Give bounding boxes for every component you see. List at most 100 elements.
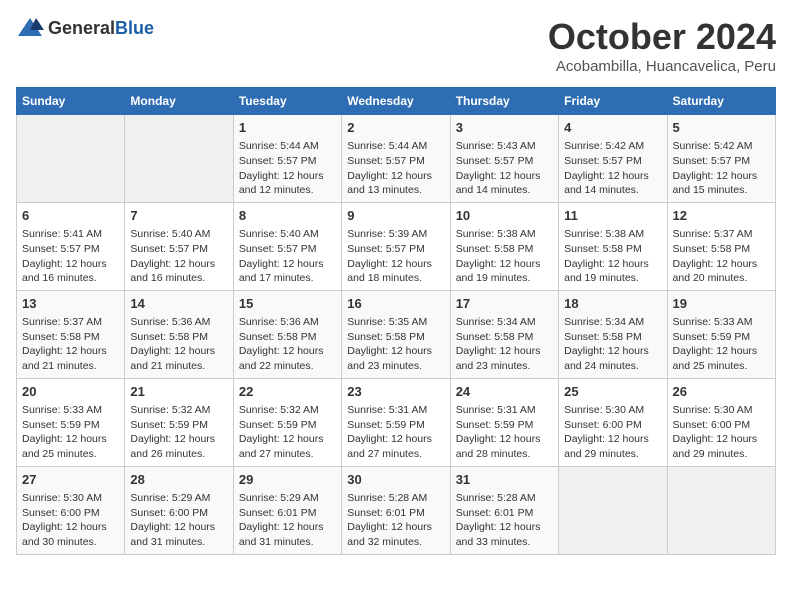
day-content: Sunrise: 5:31 AM Sunset: 5:59 PM Dayligh… xyxy=(456,403,553,462)
day-content: Sunrise: 5:28 AM Sunset: 6:01 PM Dayligh… xyxy=(347,491,444,550)
day-content: Sunrise: 5:34 AM Sunset: 5:58 PM Dayligh… xyxy=(564,315,661,374)
calendar-cell: 17 Sunrise: 5:34 AM Sunset: 5:58 PM Dayli… xyxy=(450,290,558,378)
calendar-cell xyxy=(559,466,667,554)
day-content: Sunrise: 5:32 AM Sunset: 5:59 PM Dayligh… xyxy=(130,403,227,462)
day-number: 21 xyxy=(130,383,227,401)
day-content: Sunrise: 5:33 AM Sunset: 5:59 PM Dayligh… xyxy=(673,315,770,374)
logo: GeneralBlue xyxy=(16,16,154,40)
day-header-friday: Friday xyxy=(559,88,667,115)
page-header: GeneralBlue October 2024 Acobambilla, Hu… xyxy=(16,16,776,75)
day-content: Sunrise: 5:38 AM Sunset: 5:58 PM Dayligh… xyxy=(564,227,661,286)
day-number: 5 xyxy=(673,119,770,137)
calendar-cell: 2 Sunrise: 5:44 AM Sunset: 5:57 PM Daylig… xyxy=(342,115,450,203)
day-content: Sunrise: 5:29 AM Sunset: 6:01 PM Dayligh… xyxy=(239,491,336,550)
day-content: Sunrise: 5:34 AM Sunset: 5:58 PM Dayligh… xyxy=(456,315,553,374)
calendar-cell: 18 Sunrise: 5:34 AM Sunset: 5:58 PM Dayli… xyxy=(559,290,667,378)
day-content: Sunrise: 5:41 AM Sunset: 5:57 PM Dayligh… xyxy=(22,227,119,286)
day-content: Sunrise: 5:42 AM Sunset: 5:57 PM Dayligh… xyxy=(564,139,661,198)
calendar-cell: 4 Sunrise: 5:42 AM Sunset: 5:57 PM Daylig… xyxy=(559,115,667,203)
calendar-cell: 24 Sunrise: 5:31 AM Sunset: 5:59 PM Dayli… xyxy=(450,378,558,466)
day-number: 6 xyxy=(22,207,119,225)
day-header-wednesday: Wednesday xyxy=(342,88,450,115)
day-content: Sunrise: 5:35 AM Sunset: 5:58 PM Dayligh… xyxy=(347,315,444,374)
calendar-cell: 22Sunrise: 5:32 AM Sunset: 5:59 PM Dayli… xyxy=(233,378,341,466)
calendar-cell: 29 Sunrise: 5:29 AM Sunset: 6:01 PM Dayli… xyxy=(233,466,341,554)
day-number: 19 xyxy=(673,295,770,313)
day-number: 18 xyxy=(564,295,661,313)
logo-icon xyxy=(16,16,44,40)
day-content: Sunrise: 5:37 AM Sunset: 5:58 PM Dayligh… xyxy=(673,227,770,286)
calendar-week-row: 6 Sunrise: 5:41 AM Sunset: 5:57 PM Daylig… xyxy=(17,202,776,290)
calendar-cell: 20 Sunrise: 5:33 AM Sunset: 5:59 PM Dayli… xyxy=(17,378,125,466)
day-number: 30 xyxy=(347,471,444,489)
calendar-week-row: 20 Sunrise: 5:33 AM Sunset: 5:59 PM Dayli… xyxy=(17,378,776,466)
calendar-week-row: 13Sunrise: 5:37 AM Sunset: 5:58 PM Dayli… xyxy=(17,290,776,378)
day-number: 1 xyxy=(239,119,336,137)
day-number: 20 xyxy=(22,383,119,401)
day-content: Sunrise: 5:30 AM Sunset: 6:00 PM Dayligh… xyxy=(22,491,119,550)
day-content: Sunrise: 5:39 AM Sunset: 5:57 PM Dayligh… xyxy=(347,227,444,286)
day-number: 14 xyxy=(130,295,227,313)
day-content: Sunrise: 5:44 AM Sunset: 5:57 PM Dayligh… xyxy=(347,139,444,198)
location-subtitle: Acobambilla, Huancavelica, Peru xyxy=(548,58,776,75)
calendar-cell: 3Sunrise: 5:43 AM Sunset: 5:57 PM Daylig… xyxy=(450,115,558,203)
day-number: 8 xyxy=(239,207,336,225)
calendar-cell: 31 Sunrise: 5:28 AM Sunset: 6:01 PM Dayli… xyxy=(450,466,558,554)
calendar-cell: 11 Sunrise: 5:38 AM Sunset: 5:58 PM Dayli… xyxy=(559,202,667,290)
calendar-cell: 30 Sunrise: 5:28 AM Sunset: 6:01 PM Dayli… xyxy=(342,466,450,554)
day-number: 28 xyxy=(130,471,227,489)
calendar-cell: 6 Sunrise: 5:41 AM Sunset: 5:57 PM Daylig… xyxy=(17,202,125,290)
day-content: Sunrise: 5:33 AM Sunset: 5:59 PM Dayligh… xyxy=(22,403,119,462)
day-header-monday: Monday xyxy=(125,88,233,115)
calendar-week-row: 1 Sunrise: 5:44 AM Sunset: 5:57 PM Daylig… xyxy=(17,115,776,203)
day-number: 22 xyxy=(239,383,336,401)
day-content: Sunrise: 5:36 AM Sunset: 5:58 PM Dayligh… xyxy=(239,315,336,374)
day-number: 7 xyxy=(130,207,227,225)
day-number: 24 xyxy=(456,383,553,401)
calendar-week-row: 27 Sunrise: 5:30 AM Sunset: 6:00 PM Dayli… xyxy=(17,466,776,554)
day-number: 23 xyxy=(347,383,444,401)
calendar-cell: 14 Sunrise: 5:36 AM Sunset: 5:58 PM Dayli… xyxy=(125,290,233,378)
calendar-cell: 1Sunrise: 5:44 AM Sunset: 5:57 PM Daylig… xyxy=(233,115,341,203)
calendar-cell: 12 Sunrise: 5:37 AM Sunset: 5:58 PM Dayli… xyxy=(667,202,775,290)
day-number: 29 xyxy=(239,471,336,489)
day-number: 4 xyxy=(564,119,661,137)
day-number: 15 xyxy=(239,295,336,313)
day-content: Sunrise: 5:38 AM Sunset: 5:58 PM Dayligh… xyxy=(456,227,553,286)
title-section: October 2024 Acobambilla, Huancavelica, … xyxy=(548,16,776,75)
day-number: 9 xyxy=(347,207,444,225)
day-content: Sunrise: 5:30 AM Sunset: 6:00 PM Dayligh… xyxy=(564,403,661,462)
calendar-cell: 16Sunrise: 5:35 AM Sunset: 5:58 PM Dayli… xyxy=(342,290,450,378)
day-number: 2 xyxy=(347,119,444,137)
calendar-body: 1 Sunrise: 5:44 AM Sunset: 5:57 PM Daylig… xyxy=(17,115,776,555)
calendar-cell: 21 Sunrise: 5:32 AM Sunset: 5:59 PM Dayli… xyxy=(125,378,233,466)
day-content: Sunrise: 5:40 AM Sunset: 5:57 PM Dayligh… xyxy=(239,227,336,286)
calendar-cell: 25 Sunrise: 5:30 AM Sunset: 6:00 PM Dayli… xyxy=(559,378,667,466)
calendar-cell: 19 Sunrise: 5:33 AM Sunset: 5:59 PM Dayli… xyxy=(667,290,775,378)
calendar-header-row: SundayMondayTuesdayWednesdayThursdayFrid… xyxy=(17,88,776,115)
day-content: Sunrise: 5:30 AM Sunset: 6:00 PM Dayligh… xyxy=(673,403,770,462)
calendar-cell: 9 Sunrise: 5:39 AM Sunset: 5:57 PM Daylig… xyxy=(342,202,450,290)
calendar-cell: 15 Sunrise: 5:36 AM Sunset: 5:58 PM Dayli… xyxy=(233,290,341,378)
day-content: Sunrise: 5:28 AM Sunset: 6:01 PM Dayligh… xyxy=(456,491,553,550)
calendar-cell: 23Sunrise: 5:31 AM Sunset: 5:59 PM Dayli… xyxy=(342,378,450,466)
calendar-cell: 8 Sunrise: 5:40 AM Sunset: 5:57 PM Daylig… xyxy=(233,202,341,290)
day-number: 10 xyxy=(456,207,553,225)
day-number: 31 xyxy=(456,471,553,489)
logo-blue: Blue xyxy=(115,18,154,38)
calendar-cell xyxy=(17,115,125,203)
day-content: Sunrise: 5:29 AM Sunset: 6:00 PM Dayligh… xyxy=(130,491,227,550)
day-content: Sunrise: 5:37 AM Sunset: 5:58 PM Dayligh… xyxy=(22,315,119,374)
day-number: 25 xyxy=(564,383,661,401)
day-number: 12 xyxy=(673,207,770,225)
day-content: Sunrise: 5:42 AM Sunset: 5:57 PM Dayligh… xyxy=(673,139,770,198)
day-header-thursday: Thursday xyxy=(450,88,558,115)
day-content: Sunrise: 5:36 AM Sunset: 5:58 PM Dayligh… xyxy=(130,315,227,374)
day-number: 11 xyxy=(564,207,661,225)
day-number: 27 xyxy=(22,471,119,489)
day-number: 17 xyxy=(456,295,553,313)
calendar-cell: 27 Sunrise: 5:30 AM Sunset: 6:00 PM Dayli… xyxy=(17,466,125,554)
day-number: 3 xyxy=(456,119,553,137)
calendar-cell: 7Sunrise: 5:40 AM Sunset: 5:57 PM Daylig… xyxy=(125,202,233,290)
day-header-saturday: Saturday xyxy=(667,88,775,115)
